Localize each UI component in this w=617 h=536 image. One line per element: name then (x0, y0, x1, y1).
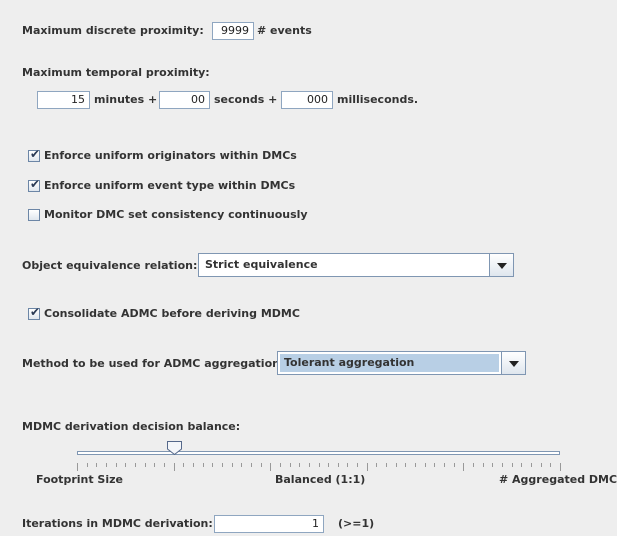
slider-tick (134, 463, 136, 467)
milliseconds-label: milliseconds. (337, 93, 419, 106)
slider-tick (125, 463, 127, 467)
slider-tick (366, 463, 368, 471)
slider-tick (115, 463, 117, 467)
uniform-originators-label: Enforce uniform originators within DMCs (44, 149, 297, 162)
slider-tick (444, 463, 446, 467)
slider-tick (202, 463, 204, 467)
equivalence-dropdown-button[interactable] (489, 254, 513, 276)
milliseconds-input[interactable]: 000 (281, 91, 333, 109)
slider-tick (154, 463, 156, 467)
seconds-label: seconds + (214, 93, 278, 106)
slider-tick (463, 463, 465, 471)
slider-tick (511, 463, 513, 467)
slider-tick (250, 463, 252, 467)
slider-tick (357, 463, 359, 467)
consolidate-admc-label: Consolidate ADMC before deriving MDMC (44, 307, 300, 320)
slider-tick (77, 463, 78, 471)
settings-panel: Maximum discrete proximity: 9999 # event… (0, 0, 617, 536)
balance-right-label: # Aggregated DMCs (499, 473, 617, 486)
slider-tick (183, 463, 185, 467)
slider-tick (560, 463, 561, 471)
slider-tick (308, 463, 310, 467)
iterations-input[interactable]: 1 (214, 515, 324, 533)
slider-tick (241, 463, 243, 467)
slider-tick (144, 463, 146, 467)
slider-tick (473, 463, 475, 467)
chevron-down-icon (509, 361, 519, 367)
balance-center-label: Balanced (1:1) (275, 473, 366, 486)
slider-tick (328, 463, 330, 467)
slider-tick (86, 463, 88, 467)
balance-slider-track[interactable] (77, 451, 560, 455)
discrete-proximity-unit: # events (257, 24, 312, 37)
slider-tick (279, 463, 281, 467)
consolidate-admc-checkbox[interactable]: ✔ (28, 305, 41, 320)
monitor-consistency-label: Monitor DMC set consistency continuously (44, 208, 308, 221)
slider-tick (502, 463, 504, 467)
balance-slider-thumb[interactable] (166, 441, 182, 455)
slider-tick (163, 463, 165, 467)
discrete-proximity-input[interactable]: 9999 (212, 22, 254, 40)
temporal-proximity-label: Maximum temporal proximity: (22, 66, 210, 79)
iterations-hint: (>=1) (338, 517, 375, 530)
slider-tick (386, 463, 388, 467)
equivalence-label: Object equivalence relation: (22, 259, 198, 272)
chevron-down-icon (497, 263, 507, 269)
slider-tick (434, 463, 436, 467)
slider-tick (270, 463, 272, 471)
balance-left-label: Footprint Size (36, 473, 123, 486)
check-icon: ✔ (30, 177, 41, 191)
slider-tick (415, 463, 417, 467)
slider-tick (492, 463, 494, 467)
slider-tick (337, 463, 339, 467)
slider-tick (192, 463, 194, 467)
slider-tick (231, 463, 233, 467)
discrete-proximity-label: Maximum discrete proximity: (22, 24, 204, 37)
slider-tick (318, 463, 320, 467)
monitor-consistency-checkbox[interactable] (28, 209, 40, 221)
slider-tick (212, 463, 214, 467)
slider-tick (347, 463, 349, 467)
slider-tick (453, 463, 455, 467)
slider-tick (173, 463, 175, 471)
check-icon: ✔ (30, 147, 41, 161)
uniform-event-type-label: Enforce uniform event type within DMCs (44, 179, 296, 192)
slider-tick (531, 463, 533, 467)
slider-tick (376, 463, 378, 467)
iterations-label: Iterations in MDMC derivation: (22, 517, 213, 530)
slider-tick (395, 463, 397, 467)
balance-label: MDMC derivation decision balance: (22, 420, 241, 433)
slider-tick (96, 463, 98, 467)
slider-tick (424, 463, 426, 467)
aggregation-dropdown-button[interactable] (501, 352, 525, 374)
slider-tick (299, 463, 301, 467)
uniform-event-type-checkbox[interactable]: ✔ (28, 177, 41, 192)
slider-tick (540, 463, 542, 467)
aggregation-dropdown[interactable]: Tolerant aggregation (277, 351, 526, 375)
balance-slider-ticks (77, 463, 561, 471)
slider-tick (105, 463, 107, 467)
minutes-label: minutes + (94, 93, 158, 106)
slider-tick (221, 463, 223, 467)
seconds-input[interactable]: 00 (159, 91, 210, 109)
minutes-input[interactable]: 15 (37, 91, 90, 109)
equivalence-dropdown[interactable]: Strict equivalence (198, 253, 514, 277)
aggregation-label: Method to be used for ADMC aggregation: (22, 357, 285, 370)
slider-tick (550, 463, 552, 467)
slider-tick (521, 463, 523, 467)
uniform-originators-checkbox[interactable]: ✔ (28, 147, 41, 162)
slider-tick (405, 463, 407, 467)
aggregation-value: Tolerant aggregation (284, 356, 415, 369)
slider-tick (289, 463, 291, 467)
check-icon: ✔ (30, 305, 41, 319)
equivalence-value: Strict equivalence (205, 258, 318, 271)
slider-tick (482, 463, 484, 467)
slider-tick (260, 463, 262, 467)
